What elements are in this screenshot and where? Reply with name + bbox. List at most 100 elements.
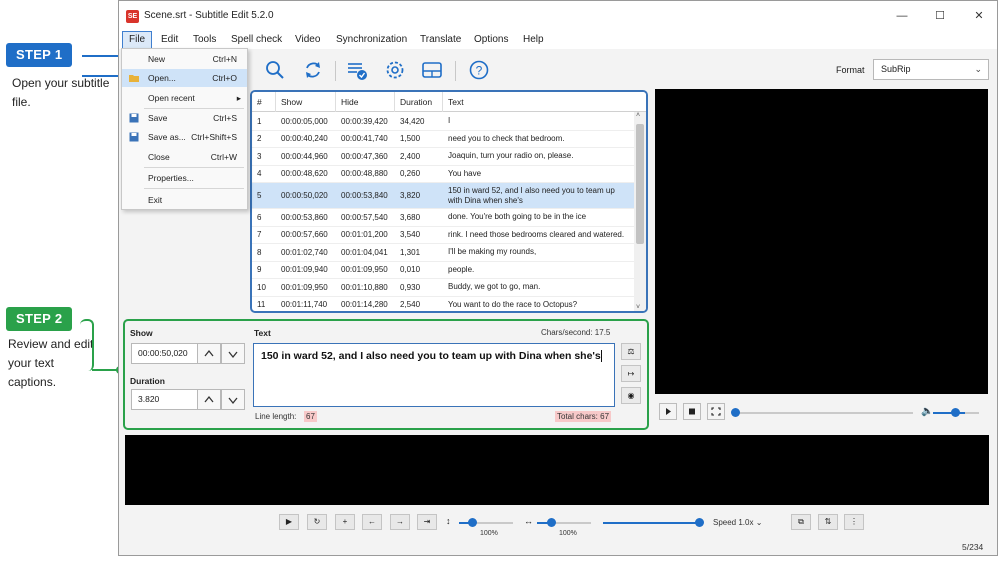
menu-item-save[interactable]: Save Ctrl+S (122, 109, 247, 127)
menu-item-open[interactable]: Open... Ctrl+O (122, 69, 247, 87)
copy-button[interactable]: ⧉ (791, 514, 811, 530)
menu-item-save-as[interactable]: Save as... Ctrl+Shift+S (122, 128, 247, 146)
table-row[interactable]: 9 00:01:09,940 00:01:09,950 0,010 people. (252, 262, 634, 279)
table-row[interactable]: 11 00:01:11,740 00:01:14,280 2,540 You want … (252, 297, 634, 312)
vertical-zoom-thumb[interactable] (468, 518, 477, 527)
menu-spell-check[interactable]: Spell check (225, 31, 288, 49)
cell-text: I'll be making my rounds, (448, 247, 537, 257)
menu-item-new[interactable]: New Ctrl+N (122, 50, 247, 68)
set-start-button[interactable]: ← (362, 514, 382, 530)
video-position-thumb[interactable] (731, 408, 740, 417)
close-icon[interactable]: ✕ (969, 7, 989, 25)
stop-button[interactable] (683, 403, 701, 420)
table-row[interactable]: 4 00:00:48,620 00:00:48,880 0,260 You have (252, 166, 634, 183)
subtitle-text-editor[interactable]: 150 in ward 52, and I also need you to t… (253, 343, 615, 407)
menu-translate[interactable]: Translate (414, 31, 467, 49)
menu-item-exit[interactable]: Exit (122, 191, 247, 209)
cell-number: 8 (257, 247, 262, 257)
cell-duration: 0,930 (400, 282, 421, 292)
show-down-button[interactable] (221, 343, 245, 364)
menu-item-open-recent[interactable]: Open recent ▸ (122, 89, 247, 107)
cell-number: 7 (257, 230, 262, 240)
maximize-icon[interactable]: ☐ (930, 7, 950, 25)
help-icon[interactable]: ? (468, 59, 490, 81)
duration-down-button[interactable] (221, 389, 245, 410)
horizontal-zoom-slider[interactable] (537, 522, 591, 524)
duration-input[interactable]: 3.820 (131, 389, 199, 410)
table-row[interactable]: 1 00:00:05,000 00:00:39,420 34,420 I (252, 113, 634, 131)
unbreak-icon[interactable]: ↦ (621, 365, 641, 382)
menu-video[interactable]: Video (289, 31, 326, 49)
table-row[interactable]: 8 00:01:02,740 00:01:04,041 1,301 I'll be ma… (252, 244, 634, 262)
minimize-icon[interactable]: — (892, 7, 912, 25)
show-up-button[interactable] (197, 343, 221, 364)
menu-edit[interactable]: Edit (155, 31, 184, 49)
chars-per-second: Chars/second: 17.5 (541, 328, 611, 337)
toolbar-separator (455, 61, 456, 81)
column-header-hide[interactable]: Hide (336, 92, 395, 112)
scroll-up-icon[interactable]: ˄ (636, 112, 640, 119)
volume-icon[interactable]: 🔈 (921, 406, 933, 417)
go-to-end-button[interactable]: ⇥ (417, 514, 437, 530)
table-row[interactable]: 3 00:00:44,960 00:00:47,360 2,400 Joaquin, t… (252, 148, 634, 166)
menu-file[interactable]: File (122, 31, 153, 49)
volume-thumb[interactable] (951, 408, 960, 417)
file-menu-dropdown: New Ctrl+N Open... Ctrl+O Open recent ▸ Sav… (121, 48, 248, 210)
menu-help[interactable]: Help (517, 31, 550, 49)
column-header-duration[interactable]: Duration (395, 92, 443, 112)
cell-duration: 3,820 (400, 191, 421, 200)
cell-show: 00:01:09,940 (281, 265, 328, 275)
table-row[interactable]: 6 00:00:53,860 00:00:57,540 3,680 done. You'… (252, 209, 634, 227)
subtitle-grid[interactable]: # Show Hide Duration Text 1 00:00:05,000 0… (250, 90, 648, 313)
menu-tools[interactable]: Tools (187, 31, 222, 49)
horizontal-zoom-thumb[interactable] (547, 518, 556, 527)
column-header-show[interactable]: Show (276, 92, 336, 112)
table-row[interactable]: 10 00:01:09,950 00:01:10,880 0,930 Buddy, we… (252, 279, 634, 297)
cell-duration: 1,301 (400, 247, 421, 257)
set-end-button[interactable]: → (390, 514, 410, 530)
format-dropdown[interactable]: SubRip ⌄ (873, 59, 989, 80)
scroll-down-icon[interactable]: ˅ (636, 304, 640, 311)
spellcheck-icon[interactable] (346, 59, 368, 81)
duration-up-button[interactable] (197, 389, 221, 410)
show-time-input[interactable]: 00:00:50,020 (131, 343, 199, 364)
video-player[interactable] (655, 89, 988, 394)
menu-item-properties[interactable]: Properties... (122, 169, 247, 187)
cell-duration: 3,680 (400, 212, 421, 222)
layout-icon[interactable] (421, 59, 443, 81)
column-header-number[interactable]: # (252, 92, 276, 112)
search-icon[interactable] (264, 59, 286, 81)
more-options-button[interactable]: ⋮ (844, 514, 864, 530)
add-subtitle-button[interactable]: + (335, 514, 355, 530)
settings-icon[interactable] (384, 59, 406, 81)
cell-text: You want to do the race to Octopus? (448, 299, 578, 309)
cell-hide: 00:00:48,880 (341, 169, 388, 179)
step2-connector (80, 319, 94, 371)
balance-icon[interactable]: ⚖ (621, 343, 641, 360)
speed-dropdown[interactable]: Speed 1.0x ⌄ (713, 518, 762, 527)
fullscreen-button[interactable] (707, 403, 725, 420)
speed-slider[interactable] (603, 522, 701, 524)
cell-duration: 1,500 (400, 134, 421, 144)
menu-synchronization[interactable]: Synchronization (330, 31, 413, 49)
waveform-play-button[interactable]: ▶ (279, 514, 299, 530)
sync-icon[interactable] (302, 59, 324, 81)
play-button[interactable] (659, 403, 677, 420)
waveform-panel[interactable] (125, 435, 989, 505)
split-button[interactable]: ⇅ (818, 514, 838, 530)
cell-hide: 00:01:14,280 (341, 300, 388, 310)
ai-assistant-icon[interactable]: ◉ (621, 387, 641, 404)
table-row[interactable]: 2 00:00:40,240 00:00:41,740 1,500 need you t… (252, 131, 634, 148)
column-header-text[interactable]: Text (443, 92, 634, 112)
waveform-repeat-button[interactable]: ↻ (307, 514, 327, 530)
grid-scrollbar[interactable]: ˄ ˅ (634, 112, 646, 311)
cell-hide: 00:01:01,200 (341, 230, 388, 240)
toolbar-separator (335, 61, 336, 81)
video-position-slider[interactable] (735, 412, 913, 414)
table-row[interactable]: 7 00:00:57,660 00:01:01,200 3,540 rink. I ne… (252, 227, 634, 244)
menu-item-close[interactable]: Close Ctrl+W (122, 148, 247, 166)
scrollbar-thumb[interactable] (636, 124, 644, 244)
table-row[interactable]: 5 00:00:50,020 00:00:53,840 3,820 150 in war… (252, 183, 634, 209)
menu-options[interactable]: Options (468, 31, 514, 49)
speed-thumb[interactable] (695, 518, 704, 527)
